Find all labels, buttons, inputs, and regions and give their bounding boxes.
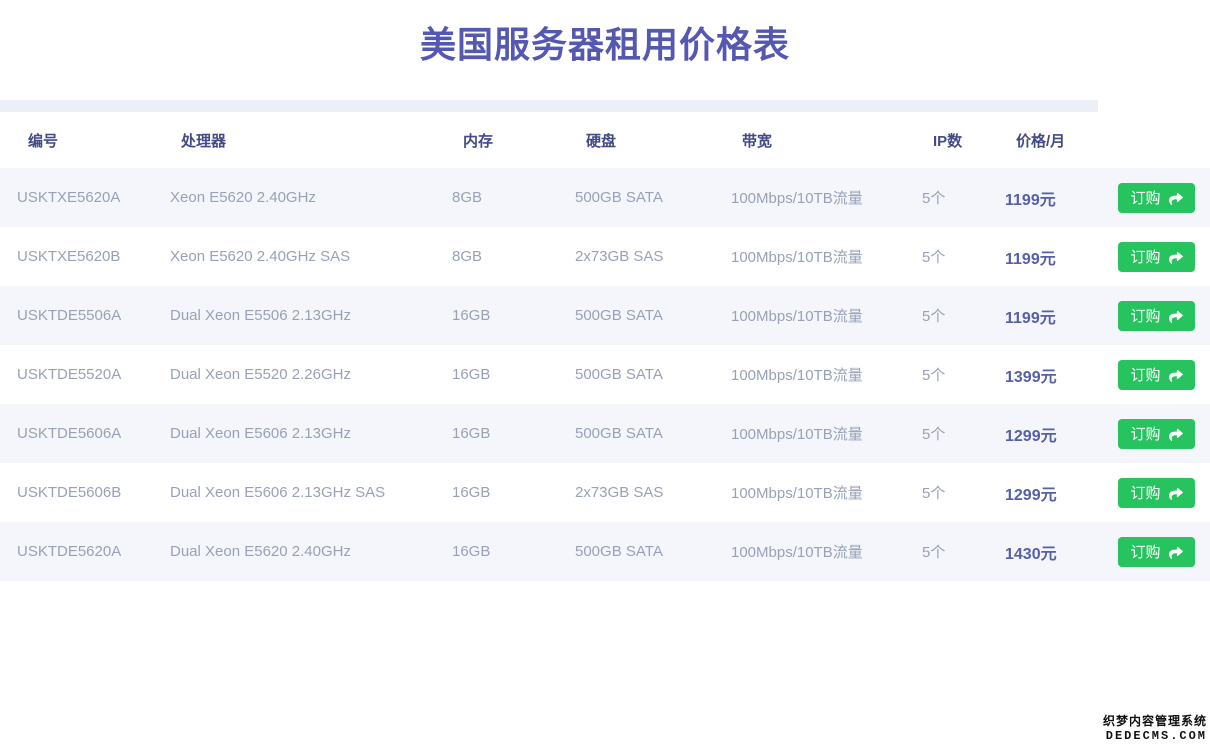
cell-bandwidth: 100Mbps/10TB流量 bbox=[731, 345, 922, 404]
cell-bandwidth: 100Mbps/10TB流量 bbox=[731, 168, 922, 227]
order-button[interactable]: 订购 bbox=[1118, 183, 1195, 213]
cell-server-id: USKTDE5606B bbox=[0, 463, 170, 522]
forward-arrow-icon bbox=[1169, 250, 1183, 264]
cell-ram: 8GB bbox=[452, 168, 575, 227]
cell-ip-count: 5个 bbox=[922, 286, 1005, 345]
forward-arrow-icon bbox=[1169, 545, 1183, 559]
cell-bandwidth: 100Mbps/10TB流量 bbox=[731, 463, 922, 522]
order-button[interactable]: 订购 bbox=[1118, 360, 1195, 390]
table-row: USKTDE5606A Dual Xeon E5606 2.13GHz 16GB… bbox=[0, 404, 1210, 463]
table-row: USKTDE5520A Dual Xeon E5520 2.26GHz 16GB… bbox=[0, 345, 1210, 404]
table-row: USKTXE5620B Xeon E5620 2.40GHz SAS 8GB 2… bbox=[0, 227, 1210, 286]
table-row: USKTDE5620A Dual Xeon E5620 2.40GHz 16GB… bbox=[0, 522, 1210, 581]
cell-order: 订购 bbox=[1105, 227, 1210, 286]
table-header-row: 编号 处理器 内存 硬盘 带宽 IP数 价格/月 bbox=[0, 112, 1210, 168]
forward-arrow-icon bbox=[1169, 309, 1183, 323]
pricing-table: 编号 处理器 内存 硬盘 带宽 IP数 价格/月 USKTXE5620A Xeo… bbox=[0, 112, 1210, 581]
cell-order: 订购 bbox=[1105, 345, 1210, 404]
column-header-ram: 内存 bbox=[452, 112, 575, 168]
column-header-disk: 硬盘 bbox=[575, 112, 731, 168]
cell-ip-count: 5个 bbox=[922, 168, 1005, 227]
cell-disk: 500GB SATA bbox=[575, 522, 731, 581]
cell-cpu: Dual Xeon E5506 2.13GHz bbox=[170, 286, 452, 345]
cell-ip-count: 5个 bbox=[922, 345, 1005, 404]
cell-server-id: USKTDE5620A bbox=[0, 522, 170, 581]
watermark-line1: 织梦内容管理系统 bbox=[1103, 714, 1207, 729]
column-header-id: 编号 bbox=[0, 112, 170, 168]
column-header-ips: IP数 bbox=[922, 112, 1005, 168]
order-button[interactable]: 订购 bbox=[1118, 419, 1195, 449]
watermark-line2: DEDECMS.COM bbox=[1103, 729, 1207, 744]
cell-ip-count: 5个 bbox=[922, 404, 1005, 463]
dedecms-watermark: 织梦内容管理系统 DEDECMS.COM bbox=[1103, 714, 1207, 744]
cell-price: 1199元 bbox=[1005, 168, 1105, 227]
cell-order: 订购 bbox=[1105, 463, 1210, 522]
forward-arrow-icon bbox=[1169, 486, 1183, 500]
forward-arrow-icon bbox=[1169, 191, 1183, 205]
cell-ip-count: 5个 bbox=[922, 463, 1005, 522]
cell-bandwidth: 100Mbps/10TB流量 bbox=[731, 404, 922, 463]
cell-server-id: USKTDE5506A bbox=[0, 286, 170, 345]
cell-ip-count: 5个 bbox=[922, 522, 1005, 581]
cell-disk: 2x73GB SAS bbox=[575, 227, 731, 286]
cell-cpu: Dual Xeon E5620 2.40GHz bbox=[170, 522, 452, 581]
cell-server-id: USKTDE5606A bbox=[0, 404, 170, 463]
cell-price: 1299元 bbox=[1005, 463, 1105, 522]
cell-price: 1299元 bbox=[1005, 404, 1105, 463]
cell-bandwidth: 100Mbps/10TB流量 bbox=[731, 227, 922, 286]
cell-bandwidth: 100Mbps/10TB流量 bbox=[731, 522, 922, 581]
order-button-label: 订购 bbox=[1130, 246, 1160, 267]
cell-disk: 500GB SATA bbox=[575, 168, 731, 227]
cell-order: 订购 bbox=[1105, 168, 1210, 227]
cell-disk: 2x73GB SAS bbox=[575, 463, 731, 522]
cell-order: 订购 bbox=[1105, 522, 1210, 581]
cell-bandwidth: 100Mbps/10TB流量 bbox=[731, 286, 922, 345]
table-row: USKTDE5606B Dual Xeon E5606 2.13GHz SAS … bbox=[0, 463, 1210, 522]
order-button-label: 订购 bbox=[1130, 187, 1160, 208]
cell-disk: 500GB SATA bbox=[575, 345, 731, 404]
order-button[interactable]: 订购 bbox=[1118, 478, 1195, 508]
order-button-label: 订购 bbox=[1130, 482, 1160, 503]
cell-price: 1399元 bbox=[1005, 345, 1105, 404]
column-header-order bbox=[1105, 112, 1210, 168]
cell-disk: 500GB SATA bbox=[575, 404, 731, 463]
forward-arrow-icon bbox=[1169, 368, 1183, 382]
cell-price: 1199元 bbox=[1005, 227, 1105, 286]
cell-cpu: Dual Xeon E5520 2.26GHz bbox=[170, 345, 452, 404]
page-title: 美国服务器租用价格表 bbox=[0, 16, 1210, 68]
cell-ip-count: 5个 bbox=[922, 227, 1005, 286]
cell-cpu: Xeon E5620 2.40GHz bbox=[170, 168, 452, 227]
column-header-bandwidth: 带宽 bbox=[731, 112, 922, 168]
cell-cpu: Xeon E5620 2.40GHz SAS bbox=[170, 227, 452, 286]
table-row: USKTDE5506A Dual Xeon E5506 2.13GHz 16GB… bbox=[0, 286, 1210, 345]
cell-ram: 16GB bbox=[452, 463, 575, 522]
cell-disk: 500GB SATA bbox=[575, 286, 731, 345]
cell-ram: 16GB bbox=[452, 286, 575, 345]
cell-ram: 8GB bbox=[452, 227, 575, 286]
order-button-label: 订购 bbox=[1130, 541, 1160, 562]
column-header-cpu: 处理器 bbox=[170, 112, 452, 168]
order-button-label: 订购 bbox=[1130, 364, 1160, 385]
table-top-band bbox=[0, 100, 1098, 112]
cell-price: 1430元 bbox=[1005, 522, 1105, 581]
order-button[interactable]: 订购 bbox=[1118, 301, 1195, 331]
cell-ram: 16GB bbox=[452, 522, 575, 581]
column-header-price: 价格/月 bbox=[1005, 112, 1105, 168]
cell-server-id: USKTXE5620A bbox=[0, 168, 170, 227]
table-row: USKTXE5620A Xeon E5620 2.40GHz 8GB 500GB… bbox=[0, 168, 1210, 227]
cell-order: 订购 bbox=[1105, 286, 1210, 345]
cell-server-id: USKTXE5620B bbox=[0, 227, 170, 286]
cell-cpu: Dual Xeon E5606 2.13GHz bbox=[170, 404, 452, 463]
cell-cpu: Dual Xeon E5606 2.13GHz SAS bbox=[170, 463, 452, 522]
forward-arrow-icon bbox=[1169, 427, 1183, 441]
cell-ram: 16GB bbox=[452, 404, 575, 463]
cell-ram: 16GB bbox=[452, 345, 575, 404]
order-button-label: 订购 bbox=[1130, 423, 1160, 444]
cell-server-id: USKTDE5520A bbox=[0, 345, 170, 404]
order-button[interactable]: 订购 bbox=[1118, 242, 1195, 272]
order-button[interactable]: 订购 bbox=[1118, 537, 1195, 567]
cell-order: 订购 bbox=[1105, 404, 1210, 463]
cell-price: 1199元 bbox=[1005, 286, 1105, 345]
order-button-label: 订购 bbox=[1130, 305, 1160, 326]
